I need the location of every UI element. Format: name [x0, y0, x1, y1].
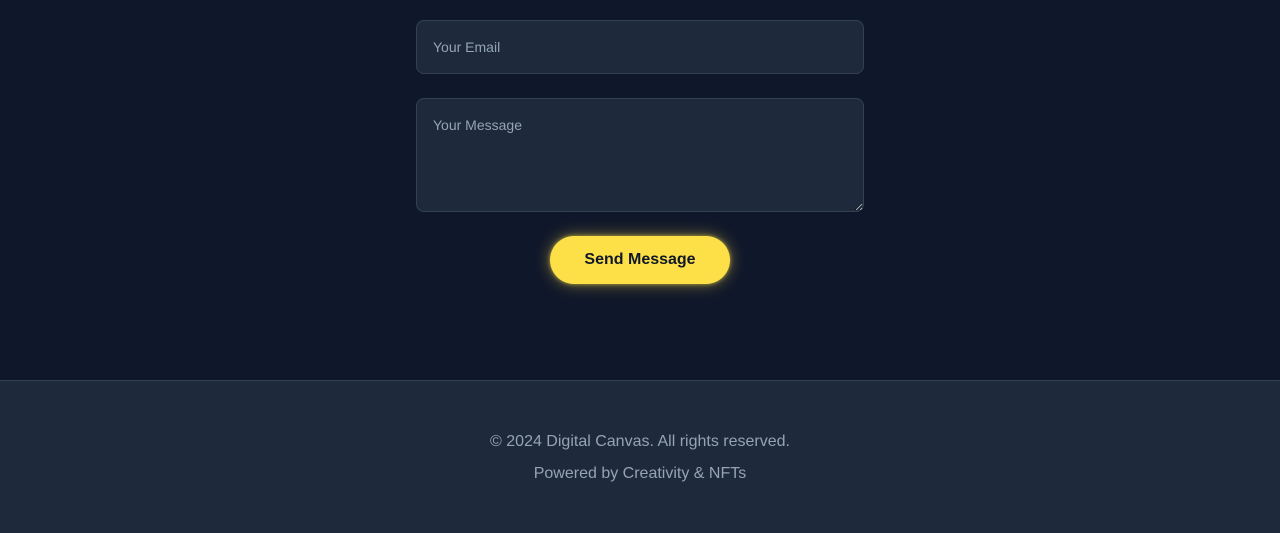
powered-by-text: Powered by Creativity & NFTs — [533, 465, 747, 482]
copyright-text: © 2024 Digital Canvas. All rights reserv… — [490, 433, 790, 450]
email-field[interactable] — [416, 20, 864, 74]
send-message-button[interactable]: Send Message — [550, 236, 730, 284]
footer: © 2024 Digital Canvas. All rights reserv… — [0, 380, 1280, 533]
contact-section: Send Message — [0, 0, 1280, 380]
message-field[interactable] — [416, 98, 864, 212]
contact-form — [416, 20, 864, 212]
